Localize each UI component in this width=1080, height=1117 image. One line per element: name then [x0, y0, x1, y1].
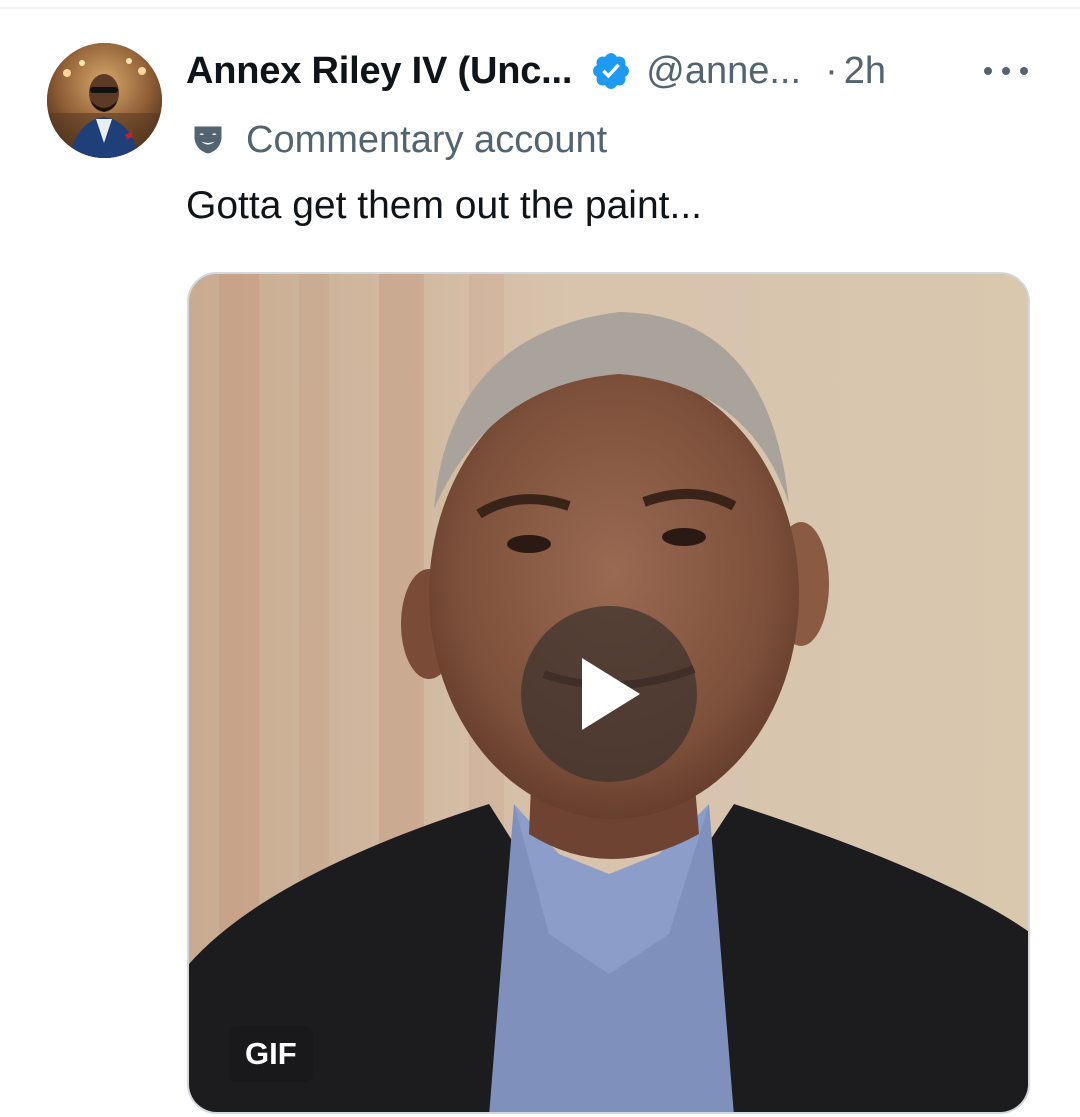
account-label[interactable]: Commentary account	[190, 115, 607, 165]
play-icon	[582, 658, 640, 730]
verified-badge-icon[interactable]	[590, 50, 632, 92]
tweet-text: Gotta get them out the paint...	[186, 184, 702, 227]
theater-mask-icon	[190, 122, 226, 158]
avatar[interactable]	[47, 43, 162, 158]
avatar-image	[47, 43, 162, 158]
play-button[interactable]	[521, 606, 697, 782]
media-gif[interactable]: GIF	[187, 272, 1030, 1114]
handle[interactable]: @anne...	[646, 50, 801, 93]
gif-badge: GIF	[229, 1026, 313, 1082]
top-divider	[0, 7, 1080, 9]
more-horizontal-icon[interactable]	[984, 58, 1028, 84]
timestamp[interactable]: 2h	[844, 50, 886, 93]
account-label-text: Commentary account	[246, 118, 608, 161]
tweet-header: Annex Riley IV (Unc... @anne... · 2h	[186, 46, 886, 96]
display-name[interactable]: Annex Riley IV (Unc...	[186, 50, 572, 93]
separator-dot: ·	[825, 49, 838, 92]
